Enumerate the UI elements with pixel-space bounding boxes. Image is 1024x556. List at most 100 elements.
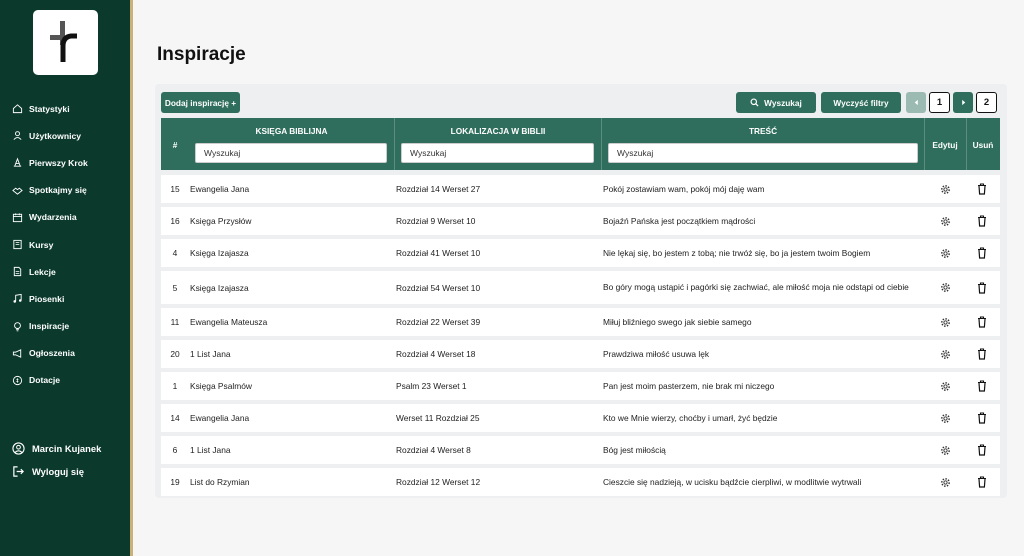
row-book: 1 List Jana [190, 349, 231, 359]
add-inspiration-button[interactable]: Dodaj inspirację + [161, 92, 240, 113]
sidebar-item-music[interactable]: Piosenki [0, 285, 130, 312]
row-text: Cieszcie się nadzieją, w ucisku bądźcie … [603, 476, 862, 487]
sidebar-item-calendar[interactable]: Wydarzenia [0, 204, 130, 231]
sidebar-item-lightbulb[interactable]: Inspiracje [0, 313, 130, 340]
app-logo[interactable] [33, 10, 98, 75]
home-icon [12, 103, 23, 114]
lightbulb-icon [12, 321, 23, 332]
table-row[interactable]: 5 Księga Izajasza Rozdział 54 Werset 10 Bo … [161, 271, 1000, 304]
row-id: 1 [172, 381, 178, 391]
logout-button[interactable]: Wyloguj się [0, 460, 130, 483]
book-icon [12, 239, 23, 250]
book-filter-input[interactable] [195, 143, 387, 163]
delete-button[interactable] [972, 207, 992, 235]
table-row[interactable]: 4 Księga Izajasza Rozdział 41 Werset 10 Nie… [161, 239, 1000, 267]
sidebar-item-document[interactable]: Lekcje [0, 258, 130, 285]
sidebar-item-label: Statystyki [29, 103, 70, 114]
prev-page-button[interactable] [906, 92, 926, 113]
header-book: KSIĘGA BIBLIJNA [189, 118, 394, 170]
edit-button[interactable] [935, 271, 955, 304]
sidebar-item-steps[interactable]: Pierwszy Krok [0, 149, 130, 176]
sidebar-item-label: Ogłoszenia [29, 348, 75, 359]
edit-button[interactable] [935, 239, 955, 267]
table-row[interactable]: 6 1 List Jana Rozdział 4 Werset 8 Bóg jest … [161, 436, 1000, 464]
sidebar-item-label: Użytkownicy [29, 130, 82, 141]
table-row[interactable]: 16 Księga Przysłów Rozdział 9 Werset 10 Boj… [161, 207, 1000, 235]
table-row[interactable]: 14 Ewangelia Jana Werset 11 Rozdział 25 Kto… [161, 404, 1000, 432]
sidebar-item-coin[interactable]: Dotacje [0, 367, 130, 394]
sidebar-item-megaphone[interactable]: Ogłoszenia [0, 340, 130, 367]
table-row[interactable]: 20 1 List Jana Rozdział 4 Werset 18 Prawdzi… [161, 340, 1000, 368]
delete-button[interactable] [972, 340, 992, 368]
delete-button[interactable] [972, 372, 992, 400]
page-1-button[interactable]: 1 [929, 92, 950, 113]
header-text-label: TREŚĆ [748, 126, 778, 136]
music-icon [12, 293, 23, 304]
sidebar-item-label: Lekcje [29, 266, 56, 277]
table-row[interactable]: 19 List do Rzymian Rozdział 12 Werset 12 Ci… [161, 468, 1000, 496]
edit-button[interactable] [935, 436, 955, 464]
row-id: 20 [170, 349, 180, 359]
chevron-right-icon [961, 99, 965, 106]
sidebar-item-user[interactable]: Użytkownicy [0, 122, 130, 149]
edit-button[interactable] [935, 175, 955, 203]
trash-icon [978, 281, 986, 294]
delete-button[interactable] [972, 239, 992, 267]
search-icon [750, 98, 759, 107]
row-text: Miłuj bliźniego swego jak siebie samego [603, 316, 752, 327]
row-location: Rozdział 14 Werset 27 [396, 184, 481, 194]
text-filter-input[interactable] [608, 143, 918, 163]
delete-button[interactable] [972, 175, 992, 203]
edit-button[interactable] [935, 308, 955, 336]
edit-button[interactable] [935, 372, 955, 400]
edit-button[interactable] [935, 207, 955, 235]
page-2-button[interactable]: 2 [976, 92, 997, 113]
row-id: 15 [170, 184, 180, 194]
row-location: Rozdział 4 Werset 8 [396, 445, 471, 455]
row-location: Werset 11 Rozdział 25 [396, 413, 480, 423]
row-book: 1 List Jana [190, 445, 231, 455]
header-delete: Usuń [972, 140, 994, 150]
row-id: 11 [170, 317, 180, 327]
next-page-button[interactable] [953, 92, 973, 113]
row-text: Kto we Mnie wierzy, choćby i umarł, żyć … [603, 412, 778, 423]
gear-icon [940, 413, 950, 423]
sidebar-item-home[interactable]: Statystyki [0, 95, 130, 122]
user-profile[interactable]: Marcin Kujanek [0, 437, 130, 460]
sidebar-item-label: Kursy [29, 239, 54, 250]
trash-icon [978, 444, 986, 456]
sidebar-item-label: Pierwszy Krok [29, 157, 88, 168]
table-row[interactable]: 11 Ewangelia Mateusza Rozdział 22 Werset 3… [161, 308, 1000, 336]
delete-button[interactable] [972, 308, 992, 336]
row-book: Księga Izajasza [190, 282, 249, 293]
table-row[interactable]: 1 Księga Psalmów Psalm 23 Werset 1 Pan jest… [161, 372, 1000, 400]
sidebar-item-label: Wydarzenia [29, 212, 77, 223]
trash-icon [978, 476, 986, 488]
calendar-icon [12, 212, 23, 223]
edit-button[interactable] [935, 340, 955, 368]
location-filter-input[interactable] [401, 143, 594, 163]
search-button[interactable]: Wyszukaj [736, 92, 816, 113]
edit-button[interactable] [935, 468, 955, 496]
delete-button[interactable] [972, 404, 992, 432]
row-book: Ewangelia Mateusza [190, 317, 268, 327]
row-location: Rozdział 9 Werset 10 [396, 216, 476, 226]
row-location: Rozdział 54 Werset 10 [396, 282, 481, 293]
delete-button[interactable] [972, 436, 992, 464]
trash-icon [978, 316, 986, 328]
row-id: 14 [170, 413, 180, 423]
steps-icon [12, 157, 23, 168]
sidebar-item-book[interactable]: Kursy [0, 231, 130, 258]
delete-button[interactable] [972, 271, 992, 304]
table-row[interactable]: 15 Ewangelia Jana Rozdział 14 Werset 27 Pok… [161, 175, 1000, 203]
user-name: Marcin Kujanek [32, 443, 102, 454]
row-location: Psalm 23 Werset 1 [396, 381, 467, 391]
coin-icon [12, 375, 23, 386]
clear-filters-button[interactable]: Wyczyść filtry [821, 92, 901, 113]
sidebar-item-handshake[interactable]: Spotkajmy się [0, 177, 130, 204]
trash-icon [978, 247, 986, 259]
edit-button[interactable] [935, 404, 955, 432]
sidebar-item-label: Spotkajmy się [29, 185, 87, 196]
delete-button[interactable] [972, 468, 992, 496]
table-body: 15 Ewangelia Jana Rozdział 14 Werset 27 Pok… [161, 175, 1000, 500]
